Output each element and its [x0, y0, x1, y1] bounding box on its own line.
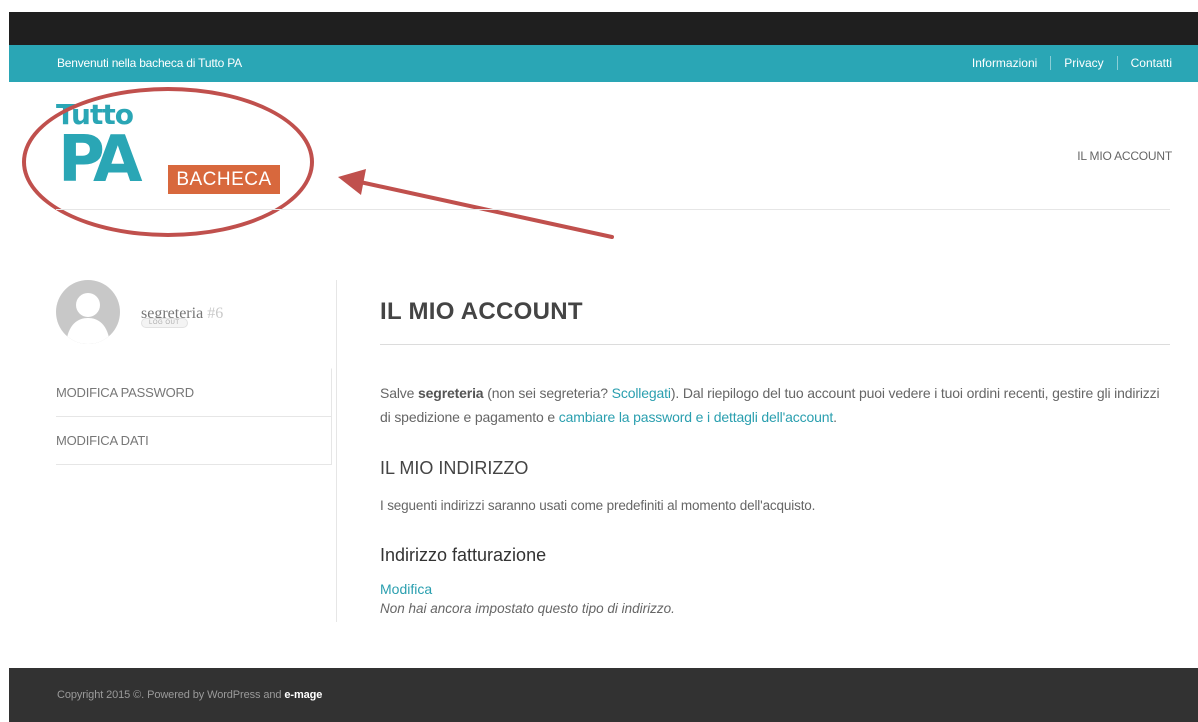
annotation-arrow-icon — [338, 169, 614, 239]
top-dark-bar — [9, 12, 1198, 45]
link-privacy[interactable]: Privacy — [1064, 56, 1103, 70]
footer: Copyright 2015 ©. Powered by WordPress a… — [9, 668, 1198, 722]
intro-text-1: Salve — [380, 385, 419, 401]
header-divider — [56, 209, 1170, 210]
edit-billing-link[interactable]: Modifica — [380, 581, 432, 597]
sidebar-item-modifica-dati[interactable]: MODIFICA DATI — [56, 417, 332, 465]
account-details-link[interactable]: cambiare la password e i dettagli dell'a… — [559, 409, 834, 425]
page-title: IL MIO ACCOUNT — [380, 298, 583, 325]
link-separator — [1050, 56, 1052, 70]
link-contatti[interactable]: Contatti — [1131, 56, 1172, 70]
link-separator — [1116, 56, 1118, 70]
address-section-title: IL MIO INDIRIZZO — [380, 458, 529, 478]
address-description: I seguenti indirizzi saranno usati come … — [380, 498, 816, 513]
top-links: Informazioni Privacy Contatti — [972, 56, 1172, 70]
annotation-circle — [22, 87, 314, 237]
sidebar-item-modifica-password[interactable]: MODIFICA PASSWORD — [56, 368, 332, 417]
footer-brand-link[interactable]: e-mage — [284, 689, 322, 701]
intro-paragraph: Salve segreteria (non sei segreteria? Sc… — [380, 381, 1170, 429]
page: Benvenuti nella bacheca di Tutto PA Info… — [0, 0, 1198, 722]
link-informazioni[interactable]: Informazioni — [972, 56, 1037, 70]
footer-copyright: Copyright 2015 ©. Powered by WordPress a… — [57, 689, 322, 701]
intro-text-2: (non sei segreteria? — [483, 385, 612, 401]
intro-text-4: . — [833, 409, 837, 425]
user-id-text: #6 — [207, 305, 224, 322]
user-avatar — [56, 280, 120, 344]
title-divider — [380, 344, 1170, 345]
content-divider — [336, 280, 337, 622]
no-address-message: Non hai ancora impostato questo tipo di … — [380, 601, 675, 616]
logout-button[interactable]: LOG OUT — [141, 318, 188, 328]
info-bar: Benvenuti nella bacheca di Tutto PA Info… — [9, 45, 1198, 82]
sidebar-nav: MODIFICA PASSWORD MODIFICA DATI — [56, 368, 332, 465]
logout-link[interactable]: Scollegati — [612, 385, 671, 401]
intro-username: segreteria — [418, 385, 484, 401]
billing-address-title: Indirizzo fatturazione — [380, 545, 547, 565]
copyright-text: Copyright 2015 ©. Powered by WordPress a… — [57, 689, 285, 701]
header-account-link[interactable]: IL MIO ACCOUNT — [1077, 149, 1172, 163]
user-silhouette-icon — [66, 293, 110, 344]
welcome-text: Benvenuti nella bacheca di Tutto PA — [57, 56, 242, 70]
